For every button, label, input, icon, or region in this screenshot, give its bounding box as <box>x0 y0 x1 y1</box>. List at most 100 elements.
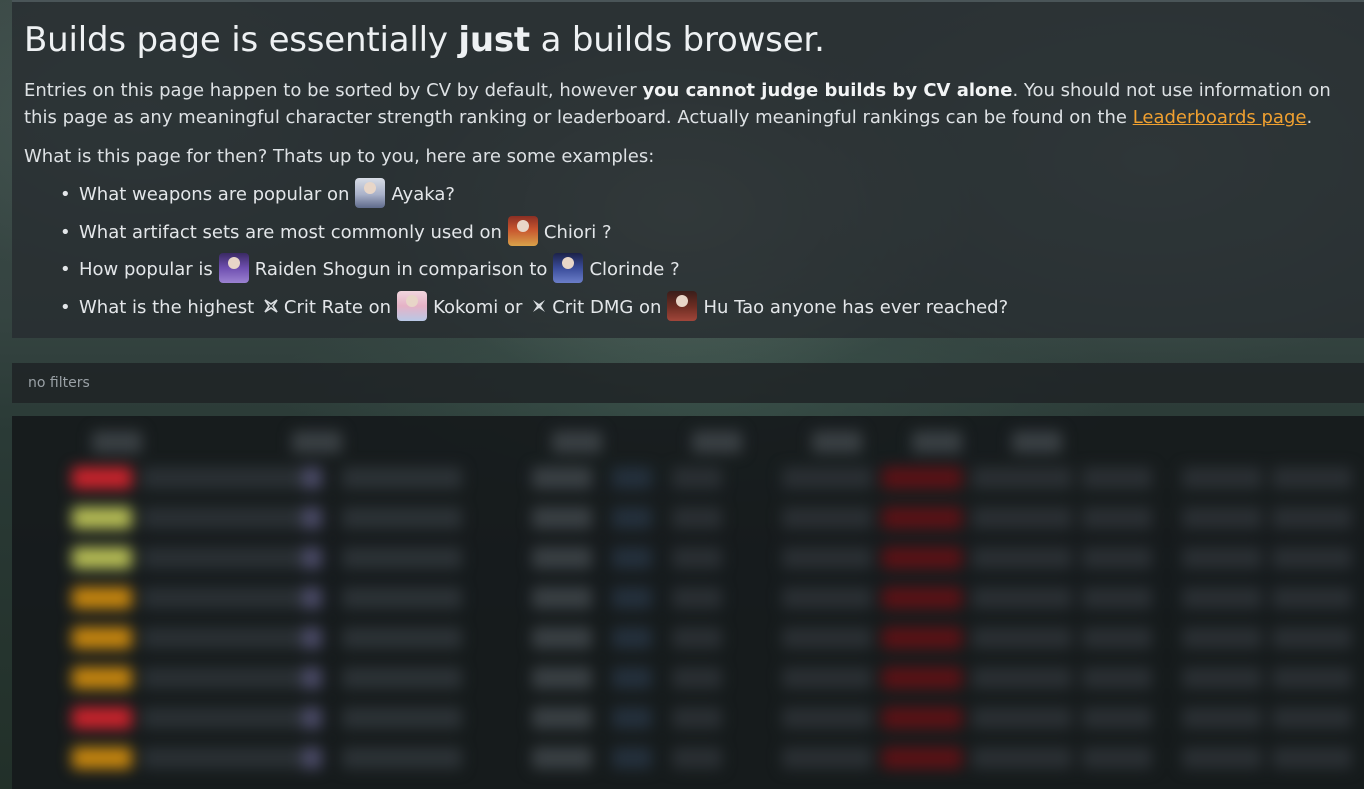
blurred-cell <box>882 667 962 689</box>
blurred-cell <box>142 747 302 769</box>
blurred-cell <box>972 587 1072 609</box>
blurred-header-cell <box>92 431 142 453</box>
list-item: How popular isRaiden Shogun in compariso… <box>50 251 1352 289</box>
blurred-rank-cell <box>72 587 132 609</box>
blurred-cell <box>1272 627 1352 649</box>
blurred-cell <box>342 707 462 729</box>
table-row <box>12 578 1364 618</box>
filter-bar[interactable]: no filters <box>12 363 1364 403</box>
blurred-cell <box>1182 627 1262 649</box>
blurred-cell <box>972 707 1072 729</box>
blurred-cell <box>142 467 302 489</box>
crit-rate-icon <box>262 297 280 315</box>
blurred-cell <box>782 547 872 569</box>
blurred-cell <box>142 547 302 569</box>
blurred-rank-cell <box>72 627 132 649</box>
chiori-portrait-icon <box>507 215 538 246</box>
blurred-cell <box>142 627 302 649</box>
blurred-cell <box>1272 547 1352 569</box>
blurred-cell <box>782 507 872 529</box>
blurred-cell <box>342 747 462 769</box>
blurred-cell <box>302 507 322 529</box>
blurred-cell <box>1082 547 1152 569</box>
table-row <box>12 498 1364 538</box>
blurred-rank-cell <box>72 667 132 689</box>
blurred-cell <box>142 587 302 609</box>
crit-dmg-icon <box>530 297 548 315</box>
page-heading: Builds page is essentially just a builds… <box>24 20 825 60</box>
blurred-cell <box>342 627 462 649</box>
blurred-cell <box>1272 747 1352 769</box>
blurred-cell <box>532 627 592 649</box>
table-row <box>12 538 1364 578</box>
blurred-cell <box>342 587 462 609</box>
blurred-cell <box>972 667 1072 689</box>
blurred-cell <box>612 507 652 529</box>
blurred-cell <box>672 467 722 489</box>
blurred-header-cell <box>912 431 962 453</box>
blurred-header-cell <box>552 431 602 453</box>
blurred-cell <box>782 627 872 649</box>
blurred-cell <box>672 707 722 729</box>
blurred-cell <box>302 707 322 729</box>
blurred-cell <box>532 747 592 769</box>
blurred-cell <box>1082 627 1152 649</box>
blurred-cell <box>672 547 722 569</box>
blurred-cell <box>782 587 872 609</box>
blurred-cell <box>782 467 872 489</box>
blurred-header-cell <box>812 431 862 453</box>
blurred-cell <box>1182 667 1262 689</box>
ayaka-portrait-icon <box>355 178 386 208</box>
blurred-header-cell <box>292 431 342 453</box>
hu-tao-portrait-icon <box>667 290 698 321</box>
blurred-cell <box>882 547 962 569</box>
blurred-cell <box>612 547 652 569</box>
list-item: What is the highest Crit Rate onKokomi o… <box>50 289 1352 327</box>
blurred-cell <box>342 547 462 569</box>
blurred-rank-cell <box>72 467 132 489</box>
blurred-cell <box>782 707 872 729</box>
clorinde-portrait-icon <box>553 253 584 283</box>
blurred-header-cell <box>1012 431 1062 453</box>
blurred-cell <box>1272 707 1352 729</box>
blurred-cell <box>142 507 302 529</box>
table-row <box>12 698 1364 738</box>
blurred-cell <box>1182 507 1262 529</box>
blurred-cell <box>882 507 962 529</box>
raiden-shogun-portrait-icon <box>218 253 249 283</box>
blurred-header-row <box>12 422 1364 462</box>
blurred-cell <box>882 587 962 609</box>
blurred-cell <box>532 667 592 689</box>
blurred-cell <box>782 747 872 769</box>
blurred-cell <box>342 667 462 689</box>
blurred-cell <box>1272 467 1352 489</box>
blurred-rank-cell <box>72 507 132 529</box>
blurred-cell <box>532 467 592 489</box>
table-row <box>12 658 1364 698</box>
blurred-cell <box>1182 747 1262 769</box>
blurred-cell <box>1082 507 1152 529</box>
blurred-cell <box>1272 587 1352 609</box>
blurred-cell <box>612 667 652 689</box>
blurred-rank-cell <box>72 707 132 729</box>
blurred-cell <box>302 747 322 769</box>
blurred-rank-cell <box>72 547 132 569</box>
blurred-cell <box>1082 747 1152 769</box>
leaderboards-link[interactable]: Leaderboards page <box>1133 107 1307 128</box>
list-item: What artifact sets are most commonly use… <box>50 214 1352 252</box>
blurred-cell <box>302 627 322 649</box>
cv-disclaimer: Entries on this page happen to be sorted… <box>24 80 1331 128</box>
blurred-cell <box>342 507 462 529</box>
examples-list: What weapons are popular onAyaka? What a… <box>24 176 1352 326</box>
blurred-cell <box>672 587 722 609</box>
blurred-cell <box>612 747 652 769</box>
blurred-cell <box>302 667 322 689</box>
blurred-cell <box>972 467 1072 489</box>
blurred-cell <box>612 627 652 649</box>
blurred-cell <box>1272 667 1352 689</box>
blurred-cell <box>672 507 722 529</box>
blurred-cell <box>672 747 722 769</box>
blurred-cell <box>1082 587 1152 609</box>
blurred-cell <box>1182 467 1262 489</box>
blurred-cell <box>972 507 1072 529</box>
